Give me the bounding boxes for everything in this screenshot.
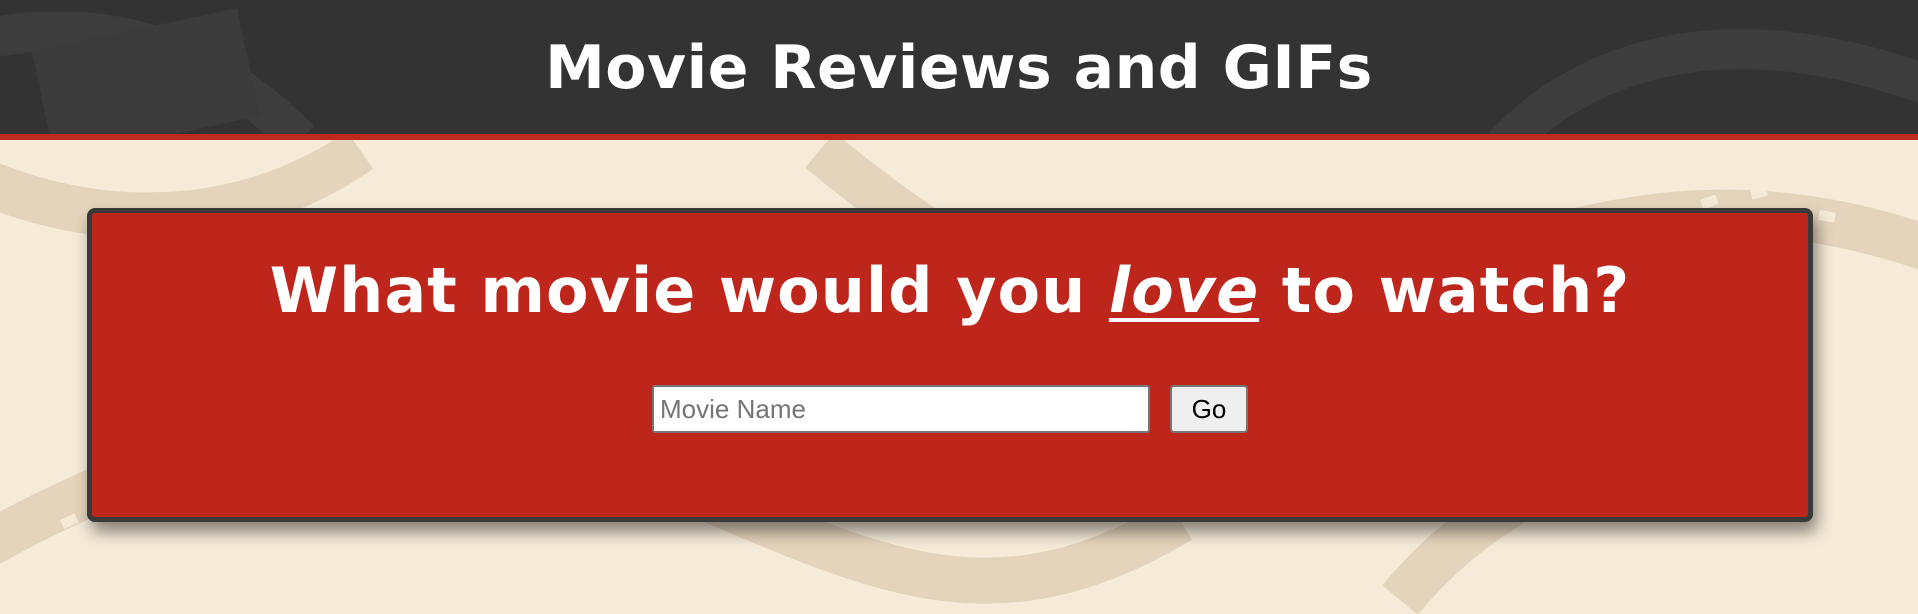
search-card: What movie would you love to watch? Go — [87, 208, 1813, 522]
go-button[interactable]: Go — [1170, 385, 1248, 433]
page-title: Movie Reviews and GIFs — [545, 33, 1373, 103]
search-prompt-heading: What movie would you love to watch? — [92, 249, 1808, 333]
heading-emphasis: love — [1108, 254, 1260, 327]
site-header: Movie Reviews and GIFs — [0, 0, 1918, 140]
search-form: Go — [92, 385, 1808, 435]
heading-text-start: What movie would you — [269, 254, 1109, 327]
movie-name-input[interactable] — [652, 385, 1150, 433]
heading-text-end: to watch? — [1259, 254, 1631, 327]
